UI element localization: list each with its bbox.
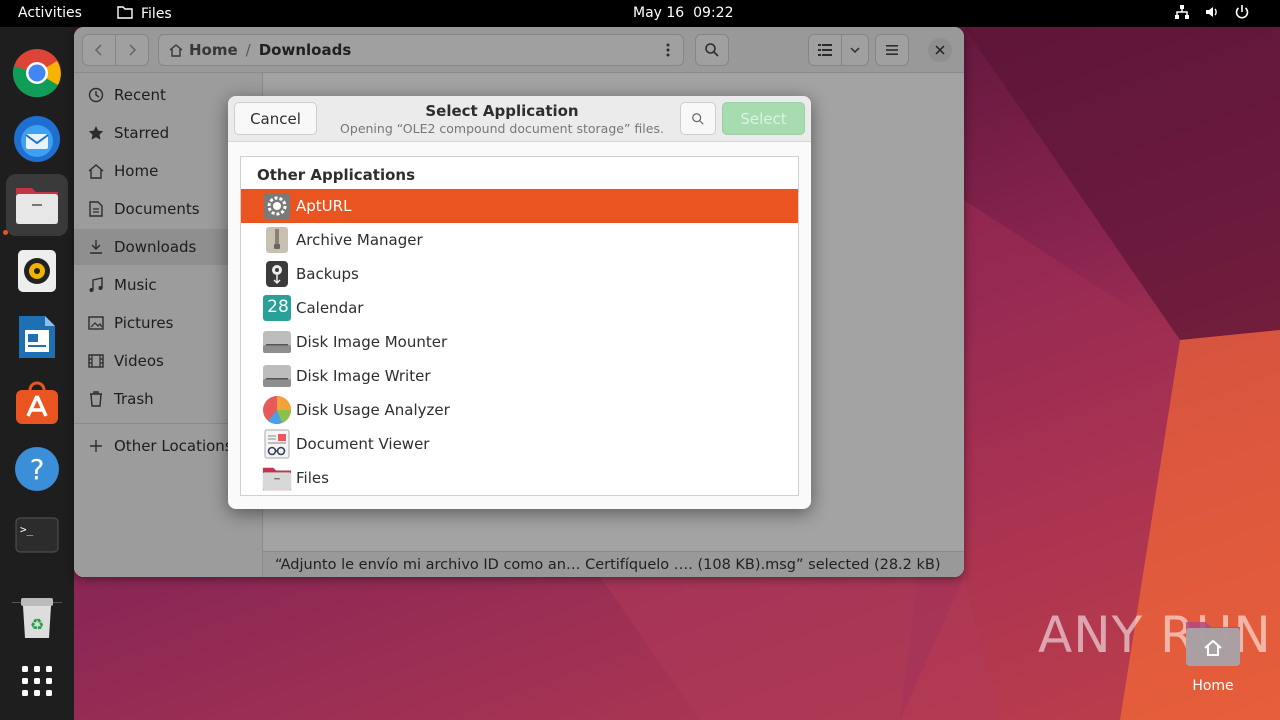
volume-icon (1204, 4, 1220, 24)
app-name: Disk Image Writer (296, 367, 431, 385)
calendar-icon: 28 (262, 293, 292, 323)
apturl-gear-icon (262, 191, 292, 221)
app-row-files[interactable]: Files (241, 461, 798, 495)
system-tray[interactable] (1174, 4, 1250, 24)
app-row-document-viewer[interactable]: Document Viewer (241, 427, 798, 461)
active-indicator (3, 230, 8, 235)
app-row-disk-image-mounter[interactable]: Disk Image Mounter (241, 325, 798, 359)
app-name: Backups (296, 265, 359, 283)
libreoffice-writer-icon[interactable] (6, 306, 68, 368)
app-menu-label: Files (141, 6, 172, 22)
dialog-header: Cancel Select Application Opening “OLE2 … (228, 96, 811, 142)
app-menu[interactable]: Files (117, 5, 172, 23)
help-icon[interactable]: ? (6, 438, 68, 500)
app-row-apturl[interactable]: AptURL (241, 189, 798, 223)
disk-image-icon (262, 327, 292, 357)
application-list[interactable]: Other Applications AptURL Archive Manage… (240, 156, 799, 496)
dialog-subtitle: Opening “OLE2 compound document storage”… (340, 121, 664, 136)
rhythmbox-icon[interactable] (6, 240, 68, 302)
app-name: Disk Usage Analyzer (296, 401, 450, 419)
power-icon (1234, 4, 1250, 24)
search-icon (692, 112, 704, 125)
clock-time: 09:22 (693, 5, 734, 21)
calendar-day-number: 28 (267, 297, 289, 317)
app-name: AptURL (296, 197, 352, 215)
trash-icon[interactable]: ♻ (6, 587, 68, 649)
app-name: Calendar (296, 299, 364, 317)
app-grid-icon[interactable] (6, 650, 68, 712)
terminal-icon[interactable]: >_ (6, 504, 68, 566)
app-name: Disk Image Mounter (296, 333, 448, 351)
thunderbird-icon[interactable] (6, 108, 68, 170)
app-row-backups[interactable]: Backups (241, 257, 798, 291)
disk-image-icon (262, 361, 292, 391)
app-row-disk-usage-analyzer[interactable]: Disk Usage Analyzer (241, 393, 798, 427)
clock[interactable]: May 16 09:22 (633, 5, 733, 21)
dialog-search-button[interactable] (680, 102, 716, 135)
svg-text:?: ? (30, 453, 45, 486)
backups-icon (262, 259, 292, 289)
document-viewer-icon (262, 429, 292, 459)
clock-date: May 16 (633, 5, 685, 21)
list-heading: Other Applications (257, 166, 415, 184)
archive-manager-icon (262, 225, 292, 255)
app-center-icon[interactable] (6, 372, 68, 434)
select-application-dialog: Cancel Select Application Opening “OLE2 … (228, 96, 811, 509)
chrome-icon[interactable] (6, 42, 68, 104)
svg-text:♻: ♻ (30, 615, 44, 634)
desktop-home-icon[interactable] (1184, 618, 1242, 668)
app-row-disk-image-writer[interactable]: Disk Image Writer (241, 359, 798, 393)
app-row-calendar[interactable]: 28 Calendar (241, 291, 798, 325)
activities-button[interactable]: Activities (18, 5, 82, 21)
select-button[interactable]: Select (722, 102, 805, 135)
desktop-home-label: Home (1192, 678, 1234, 694)
cancel-button[interactable]: Cancel (234, 102, 317, 135)
app-name: Files (296, 469, 329, 487)
network-icon (1174, 4, 1190, 24)
folder-icon (117, 5, 133, 23)
app-name: Document Viewer (296, 435, 430, 453)
app-name: Archive Manager (296, 231, 423, 249)
dock: ? >_ ♻ (0, 27, 74, 720)
files-icon[interactable] (6, 174, 68, 236)
disk-usage-icon (262, 395, 292, 425)
top-bar: Activities Files May 16 09:22 (0, 0, 1280, 27)
app-row-archive-manager[interactable]: Archive Manager (241, 223, 798, 257)
dialog-title: Select Application (425, 102, 579, 120)
files-icon (262, 463, 292, 493)
svg-text:>_: >_ (20, 523, 34, 536)
